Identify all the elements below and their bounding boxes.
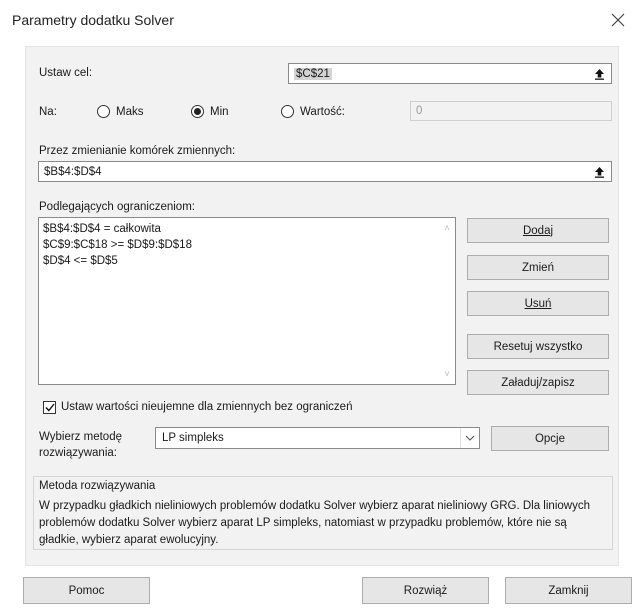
dialog-title: Parametry dodatku Solver <box>12 12 174 28</box>
method-dropdown-button[interactable] <box>460 428 479 448</box>
variables-value: $B$4:$D$4 <box>44 165 102 178</box>
help-button[interactable]: Pomoc <box>23 577 150 604</box>
delete-button[interactable]: Usuń <box>467 291 609 316</box>
solve-label: Rozwiąż <box>403 584 448 597</box>
to-label: Na: <box>39 106 57 118</box>
radio-value-circle <box>281 105 294 118</box>
method-select[interactable]: LP simpleks <box>155 427 480 449</box>
radio-min-circle <box>191 105 204 118</box>
options-button[interactable]: Opcje <box>491 426 609 451</box>
options-label: Opcje <box>534 432 566 445</box>
close-button[interactable] <box>606 8 630 32</box>
objective-input[interactable]: $C$21 <box>288 63 612 84</box>
close-dialog-button[interactable]: Zamknij <box>505 577 632 604</box>
chevron-down-icon <box>465 435 475 441</box>
radio-min[interactable]: Min <box>191 105 229 118</box>
scroll-up-icon[interactable]: ˄ <box>439 220 455 236</box>
nonneg-checkbox[interactable] <box>43 401 56 414</box>
load-save-button[interactable]: Załaduj/zapisz <box>467 370 609 395</box>
variables-label: Przez zmienianie komórek zmiennych: <box>39 145 236 157</box>
solve-button[interactable]: Rozwiąż <box>362 577 489 604</box>
method-label-line1: Wybierz metodę <box>39 431 122 443</box>
objective-collapse-button[interactable] <box>588 65 610 82</box>
check-icon <box>44 403 55 412</box>
help-label: Pomoc <box>68 584 105 597</box>
method-info-line2: problemów dodatku Solver wybierz aparat … <box>39 517 567 529</box>
radio-max[interactable]: Maks <box>97 105 143 118</box>
variables-collapse-button[interactable] <box>588 163 610 180</box>
close-icon <box>611 13 625 27</box>
method-info-text: W przypadku gładkich nieliniowych proble… <box>39 498 609 549</box>
value-of-input[interactable]: 0 <box>410 101 612 121</box>
method-info-title: Metoda rozwiązywania <box>39 480 156 492</box>
close-dialog-label: Zamknij <box>548 584 589 597</box>
load-save-label: Załaduj/zapisz <box>501 376 575 389</box>
constraints-scrollbar[interactable]: ˄ ˅ <box>439 218 455 384</box>
radio-max-label: Maks <box>116 105 144 118</box>
value-of-text: 0 <box>416 105 423 117</box>
radio-value-label: Wartość: <box>300 105 345 118</box>
add-label: Dodaj <box>522 224 554 237</box>
radio-min-label: Min <box>210 105 229 118</box>
radio-max-circle <box>97 105 110 118</box>
list-item[interactable]: $D$4 <= $D$5 <box>39 253 455 269</box>
scroll-down-icon[interactable]: ˅ <box>439 366 455 382</box>
add-button[interactable]: Dodaj <box>467 218 609 243</box>
method-label-line2: rozwiązywania: <box>39 447 117 459</box>
delete-label: Usuń <box>524 297 552 310</box>
list-item[interactable]: $C$9:$C$18 >= $D$9:$D$18 <box>39 237 455 253</box>
method-info-line3: gładkie, wybierz aparat ewolucyjny. <box>39 534 219 546</box>
method-selected: LP simpleks <box>162 432 224 444</box>
method-info-line1: W przypadku gładkich nieliniowych proble… <box>39 500 590 512</box>
constraints-list[interactable]: $B$4:$D$4 = całkowita $C$9:$C$18 >= $D$9… <box>38 217 456 385</box>
reset-all-button[interactable]: Resetuj wszystko <box>467 334 609 359</box>
change-button[interactable]: Zmień <box>467 255 609 280</box>
method-label: Wybierz metodę rozwiązywania: <box>39 429 122 461</box>
constraints-label: Podlegających ograniczeniom: <box>39 201 195 213</box>
list-item[interactable]: $B$4:$D$4 = całkowita <box>39 221 455 237</box>
reset-all-label: Resetuj wszystko <box>493 340 583 353</box>
collapse-arrow-icon <box>594 166 604 178</box>
nonneg-label: Ustaw wartości nieujemne dla zmiennych b… <box>61 401 353 413</box>
collapse-arrow-icon <box>594 68 604 80</box>
variables-input[interactable]: $B$4:$D$4 <box>38 161 612 182</box>
objective-label: Ustaw cel: <box>39 67 93 79</box>
radio-value-of[interactable]: Wartość: <box>281 105 345 118</box>
change-label: Zmień <box>522 261 554 274</box>
objective-value: $C$21 <box>294 67 332 80</box>
